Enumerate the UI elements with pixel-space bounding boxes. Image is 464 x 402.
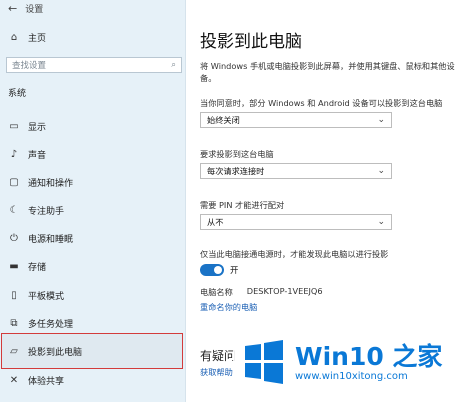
title-bar: ← 设置 <box>8 0 43 16</box>
setting1-value: 始终关闭 <box>207 115 240 125</box>
monitor-icon: ▭ <box>9 120 19 132</box>
project-icon: ▱ <box>10 345 18 357</box>
chevron-down-icon: ⌄ <box>377 217 385 227</box>
sidebar-item-notifications[interactable]: ▢ 通知和操作 <box>8 174 73 190</box>
sidebar-item-label: 电源和睡眠 <box>28 234 74 245</box>
setting2-label: 要求投影到这台电脑 <box>200 149 274 159</box>
multitask-icon: ⧉ <box>10 317 18 329</box>
sidebar-item-shared-experiences[interactable]: ✕ 体验共享 <box>8 372 64 388</box>
sidebar-item-power[interactable]: ⏻ 电源和睡眠 <box>8 230 73 246</box>
sidebar-item-display[interactable]: ▭ 显示 <box>8 118 46 134</box>
windows-logo-icon <box>245 340 283 384</box>
get-help-link[interactable]: 获取帮助 <box>200 366 233 378</box>
setting2-value: 每次请求连接时 <box>207 166 265 176</box>
discoverable-toggle[interactable]: 开 <box>200 264 238 276</box>
watermark-url: www.win10xitong.com <box>295 370 408 382</box>
storage-icon: ▬ <box>9 260 19 272</box>
home-icon: ⌂ <box>10 31 18 43</box>
setting3-label: 需要 PIN 才能进行配对 <box>200 200 285 210</box>
watermark-title: Win10 之家 <box>295 341 443 371</box>
power-icon: ⏻ <box>10 232 18 244</box>
setting1-label: 当你同意时，部分 Windows 和 Android 设备可以投影到这台电脑 <box>200 98 443 108</box>
sidebar-item-label: 多任务处理 <box>28 319 74 330</box>
sidebar-item-tablet-mode[interactable]: ▯ 平板模式 <box>8 287 64 303</box>
pc-name-label: 电脑名称 <box>200 287 233 297</box>
sidebar-item-focus-assist[interactable]: ☾ 专注助手 <box>8 202 65 218</box>
share-icon: ✕ <box>9 374 19 386</box>
rename-pc-link[interactable]: 重命名你的电脑 <box>200 301 257 313</box>
toggle-switch[interactable] <box>200 264 224 276</box>
speaker-icon: ♪ <box>10 148 18 160</box>
chevron-down-icon: ⌄ <box>377 115 385 125</box>
sidebar-item-label: 投影到此电脑 <box>28 347 83 358</box>
setting3-select[interactable]: 从不 ⌄ <box>200 214 392 230</box>
setting3-value: 从不 <box>207 217 224 227</box>
sidebar-item-label: 声音 <box>28 150 47 161</box>
page-title: 投影到此电脑 <box>200 32 302 52</box>
watermark: Win10 之家 www.win10xitong.com <box>233 326 458 398</box>
tablet-icon: ▯ <box>11 289 17 301</box>
moon-icon: ☾ <box>9 204 19 216</box>
toggle-knob <box>214 266 222 274</box>
setting2-select[interactable]: 每次请求连接时 ⌄ <box>200 163 392 179</box>
sidebar-item-label: 专注助手 <box>28 206 65 217</box>
window-title: 设置 <box>25 4 44 15</box>
search-input[interactable]: 查找设置 ⌕ <box>6 57 182 73</box>
sidebar-item-label: 显示 <box>28 122 47 133</box>
sidebar-item-label: 通知和操作 <box>28 178 74 189</box>
sidebar-item-sound[interactable]: ♪ 声音 <box>8 146 46 162</box>
back-arrow-icon[interactable]: ← <box>8 2 17 15</box>
sidebar-item-label: 体验共享 <box>28 376 65 387</box>
sidebar-item-storage[interactable]: ▬ 存储 <box>8 258 46 274</box>
sidebar-item-home[interactable]: ⌂ 主页 <box>8 29 46 45</box>
pc-name-row: 电脑名称 DESKTOP-1VEEJQ6 <box>200 286 323 298</box>
toggle-state: 开 <box>230 265 239 275</box>
setting4-label: 仅当此电脑接通电源时，才能发现此电脑以进行投影 <box>200 249 389 259</box>
sidebar-section-title: 系统 <box>8 89 27 99</box>
page-description: 将 Windows 手机或电脑投影到此屏幕，并使用其键盘、鼠标和其他设备。 <box>200 61 455 83</box>
notification-icon: ▢ <box>9 176 19 188</box>
chevron-down-icon: ⌄ <box>377 166 385 176</box>
sidebar: ← 设置 ⌂ 主页 查找设置 ⌕ 系统 ▭ 显示 ♪ 声音 ▢ 通知和操作 ☾ … <box>0 0 186 402</box>
sidebar-item-project-to-pc[interactable]: ▱ 投影到此电脑 <box>1 333 183 369</box>
search-icon: ⌕ <box>171 60 176 70</box>
sidebar-home-label: 主页 <box>28 33 47 44</box>
pc-name-value: DESKTOP-1VEEJQ6 <box>246 286 323 296</box>
sidebar-item-multitasking[interactable]: ⧉ 多任务处理 <box>8 315 73 331</box>
setting1-select[interactable]: 始终关闭 ⌄ <box>200 112 392 128</box>
question-heading: 有疑问 <box>200 349 237 363</box>
sidebar-item-label: 存储 <box>28 262 47 273</box>
sidebar-item-label: 平板模式 <box>28 291 65 302</box>
search-placeholder: 查找设置 <box>12 61 47 71</box>
